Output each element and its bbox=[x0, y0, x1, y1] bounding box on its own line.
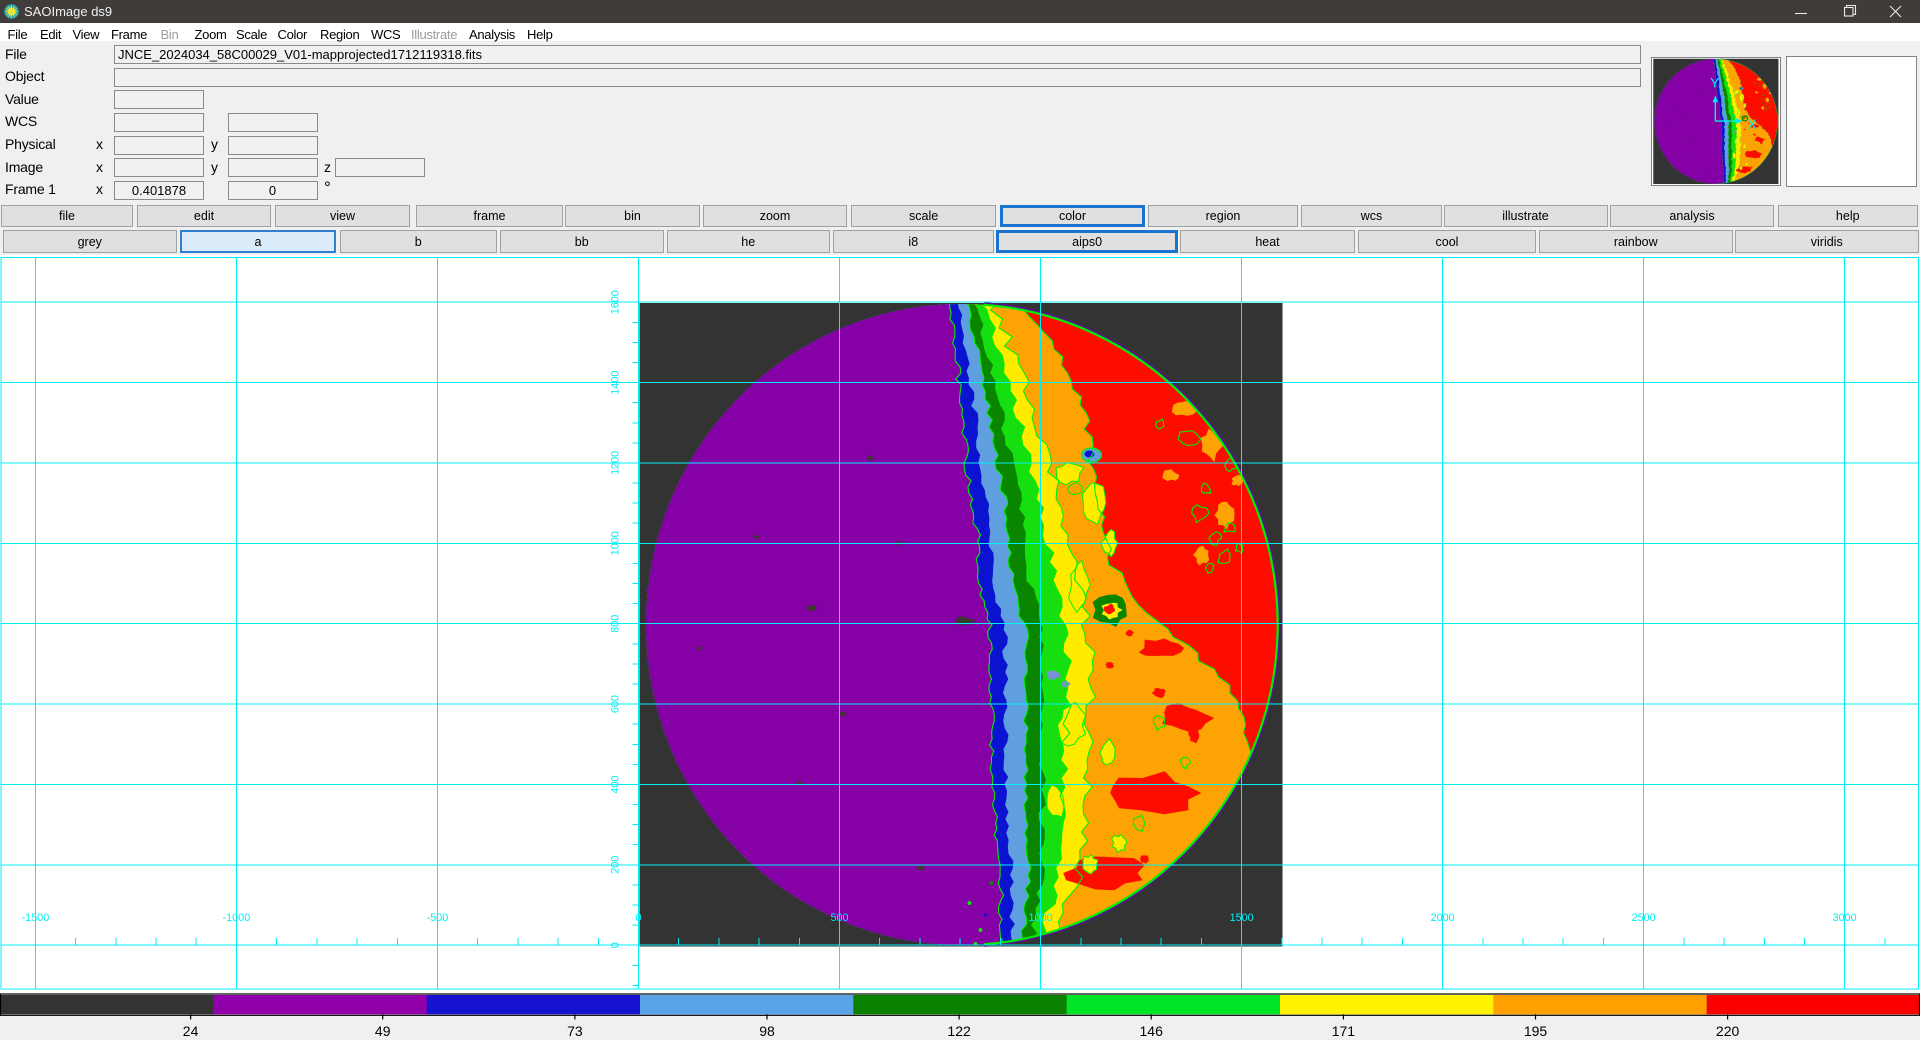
svg-text:171: 171 bbox=[1332, 1023, 1356, 1039]
svg-text:0: 0 bbox=[635, 912, 641, 924]
svg-text:73: 73 bbox=[567, 1023, 583, 1039]
svg-text:98: 98 bbox=[759, 1023, 775, 1039]
svg-text:24: 24 bbox=[183, 1023, 199, 1039]
svg-text:400: 400 bbox=[609, 775, 621, 793]
svg-text:Y: Y bbox=[1710, 76, 1719, 91]
svg-text:1000: 1000 bbox=[1028, 912, 1052, 924]
svg-text:600: 600 bbox=[609, 695, 621, 713]
svg-text:195: 195 bbox=[1524, 1023, 1548, 1039]
svg-text:1000: 1000 bbox=[609, 531, 621, 555]
svg-text:1400: 1400 bbox=[609, 371, 621, 395]
svg-text:122: 122 bbox=[947, 1023, 971, 1039]
svg-text:2000: 2000 bbox=[1431, 912, 1455, 924]
svg-text:146: 146 bbox=[1140, 1023, 1164, 1039]
svg-text:-1000: -1000 bbox=[223, 912, 251, 924]
svg-text:200: 200 bbox=[609, 856, 621, 874]
svg-text:-500: -500 bbox=[427, 912, 449, 924]
svg-text:3000: 3000 bbox=[1833, 912, 1857, 924]
svg-text:800: 800 bbox=[609, 615, 621, 633]
svg-text:0: 0 bbox=[609, 942, 621, 948]
svg-text:1600: 1600 bbox=[609, 290, 621, 314]
svg-text:-1500: -1500 bbox=[22, 912, 50, 924]
svg-text:X: X bbox=[1748, 117, 1757, 132]
svg-text:500: 500 bbox=[830, 912, 848, 924]
svg-text:2500: 2500 bbox=[1632, 912, 1656, 924]
svg-text:49: 49 bbox=[375, 1023, 391, 1039]
svg-text:1200: 1200 bbox=[609, 451, 621, 475]
svg-text:220: 220 bbox=[1716, 1023, 1740, 1039]
svg-text:1500: 1500 bbox=[1230, 912, 1254, 924]
